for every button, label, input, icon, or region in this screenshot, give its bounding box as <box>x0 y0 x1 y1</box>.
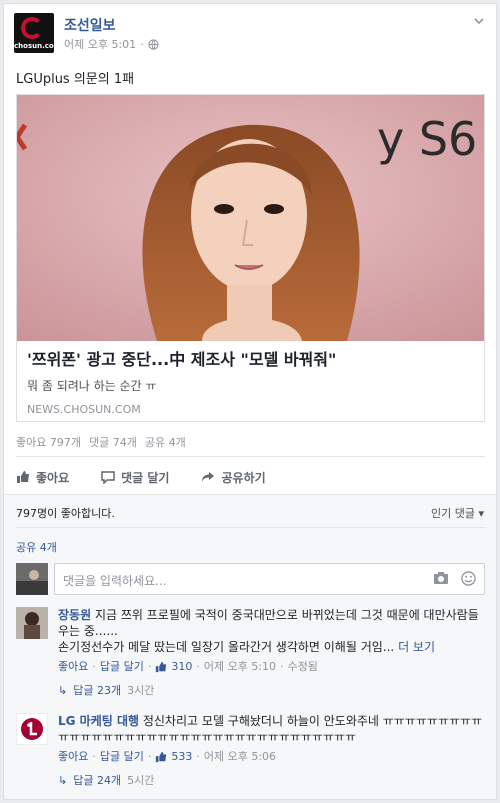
comment-body: 장동원 지금 쯔위 프로필에 국적이 중국대만으로 바뀌었는데 그것 때문에 대… <box>58 607 485 699</box>
globe-icon <box>148 38 159 50</box>
like-count[interactable]: 좋아요 797개 <box>16 434 81 450</box>
comments-section: 797명이 좋아합니다. 인기 댓글 ▾ 공유 4개 댓글을 입력하세요... … <box>4 494 496 799</box>
reply-arrow-icon: ↳ <box>58 684 68 697</box>
avatar[interactable] <box>15 712 49 746</box>
see-more-link[interactable]: 더 보기 <box>398 640 435 654</box>
like-label: 좋아요 <box>36 470 70 485</box>
comment-reply-link[interactable]: 답글 달기 <box>100 659 144 675</box>
post-status-text: LGUplus 의문의 1패 <box>16 72 135 87</box>
comment-input-placeholder: 댓글을 입력하세요... <box>63 574 167 588</box>
share-count[interactable]: 공유 4개 <box>145 434 186 450</box>
divider <box>16 527 485 528</box>
comment-like-link[interactable]: 좋아요 <box>58 659 88 675</box>
post-header: chosun.com 조선일보 어제 오후 5:01 · <box>4 4 496 64</box>
comment-time[interactable]: 어제 오후 5:10 <box>204 659 276 675</box>
comment-button[interactable]: 댓글 달기 <box>101 462 169 492</box>
lg-logo <box>15 712 49 746</box>
link-preview[interactable]: y S6 '쯔위폰' 광고 중단...中 제조사 "모델 바꿔줘" 뭐 좀 되려… <box>16 94 485 422</box>
comment-time[interactable]: 어제 오후 5:06 <box>204 749 276 765</box>
comment-text: 지금 쯔위 프로필에 국적이 중국대만으로 바뀌었는데 그것 때문에 대만사람들… <box>58 608 479 638</box>
user-photo <box>16 563 48 595</box>
action-bar: 좋아요 댓글 달기 공유하기 <box>16 462 485 492</box>
reply-time: 3시간 <box>127 684 155 697</box>
comment-like-count[interactable]: 310 <box>171 659 192 675</box>
thumbs-up-icon <box>156 661 167 673</box>
comment-like-link[interactable]: 좋아요 <box>58 749 88 765</box>
portrait-illustration: y S6 <box>17 95 484 341</box>
link-title[interactable]: '쯔위폰' 광고 중단...中 제조사 "모델 바꿔줘" <box>27 349 474 371</box>
comment-icon <box>101 471 115 484</box>
meta-separator: · <box>140 37 144 51</box>
link-description: 뭐 좀 되려나 하는 순간 ㅠ <box>27 379 157 393</box>
comment-reply-link[interactable]: 답글 달기 <box>100 749 144 765</box>
comment-body: LG 마케팅 대행 정신차리고 모델 구해놨더니 하늘이 안도와주네 ㅠㅠㅠㅠㅠ… <box>58 713 485 789</box>
replies-count: 답글 24개 <box>73 774 122 787</box>
post-meta: 어제 오후 5:01 · <box>64 36 159 52</box>
link-domain: NEWS.CHOSUN.COM <box>27 403 141 416</box>
avatar[interactable] <box>16 563 48 595</box>
comment-composer: 댓글을 입력하세요... <box>16 563 485 595</box>
comment-count[interactable]: 댓글 74개 <box>89 434 137 450</box>
share-button[interactable]: 공유하기 <box>201 462 266 492</box>
share-label: 공유하기 <box>221 470 266 485</box>
share-count-link[interactable]: 공유 4개 <box>16 539 57 555</box>
logo-text: chosun.com <box>14 42 54 50</box>
avatar[interactable] <box>16 607 48 639</box>
composer-icons <box>433 571 476 586</box>
comment-label: 댓글 달기 <box>121 470 170 485</box>
post-time[interactable]: 어제 오후 5:01 <box>64 36 136 52</box>
comment-meta: 좋아요 · 답글 달기 · 533 · 어제 오후 5:06 <box>58 749 277 765</box>
like-summary[interactable]: 797명이 좋아합니다. <box>16 505 115 521</box>
reaction-counts: 좋아요 797개 댓글 74개 공유 4개 <box>16 434 186 450</box>
reply-arrow-icon: ↳ <box>58 774 68 787</box>
comment-input[interactable]: 댓글을 입력하세요... <box>54 563 485 595</box>
replies-link[interactable]: ↳ 답글 24개 5시간 <box>58 773 485 789</box>
replies-link[interactable]: ↳ 답글 23개 3시간 <box>58 683 485 699</box>
edited-label[interactable]: 수정됨 <box>288 659 318 675</box>
like-button[interactable]: 좋아요 <box>16 462 69 492</box>
reply-time: 5시간 <box>127 774 155 787</box>
comment-author[interactable]: 장동원 <box>58 608 91 622</box>
logo-ring <box>21 17 43 39</box>
chevron-down-icon[interactable] <box>472 14 486 28</box>
link-image[interactable]: y S6 <box>17 95 484 341</box>
comment-like-count[interactable]: 533 <box>171 749 192 765</box>
caret-down-icon: ▾ <box>478 507 484 520</box>
divider <box>16 456 485 457</box>
comment-author[interactable]: LG 마케팅 대행 <box>58 714 139 728</box>
emoji-icon[interactable] <box>461 571 476 586</box>
commenter-photo <box>16 607 48 639</box>
comment-meta: 좋아요 · 답글 달기 · 310 · 어제 오후 5:10 · 수정됨 <box>58 659 318 675</box>
page-name[interactable]: 조선일보 <box>64 15 116 35</box>
sort-label: 인기 댓글 <box>430 507 475 520</box>
background-sign-text: y S6 <box>377 112 477 166</box>
thumbs-up-icon <box>156 751 167 763</box>
share-arrow-icon <box>202 472 215 482</box>
comment-text-continued: 손기정선수가 메달 땄는데 일장기 올라간거 생각하면 이해될 거임... <box>58 640 395 654</box>
page-avatar[interactable]: chosun.com <box>14 13 54 53</box>
thumbs-up-icon <box>17 471 29 483</box>
link-text-block: '쯔위폰' 광고 중단...中 제조사 "모델 바꿔줘" 뭐 좀 되려나 하는 … <box>17 341 484 424</box>
post-card: chosun.com 조선일보 어제 오후 5:01 · LGUplus 의문의… <box>3 3 497 800</box>
comment-sort-dropdown[interactable]: 인기 댓글 ▾ <box>431 505 484 521</box>
replies-count: 답글 23개 <box>73 684 122 697</box>
camera-icon[interactable] <box>433 571 449 585</box>
